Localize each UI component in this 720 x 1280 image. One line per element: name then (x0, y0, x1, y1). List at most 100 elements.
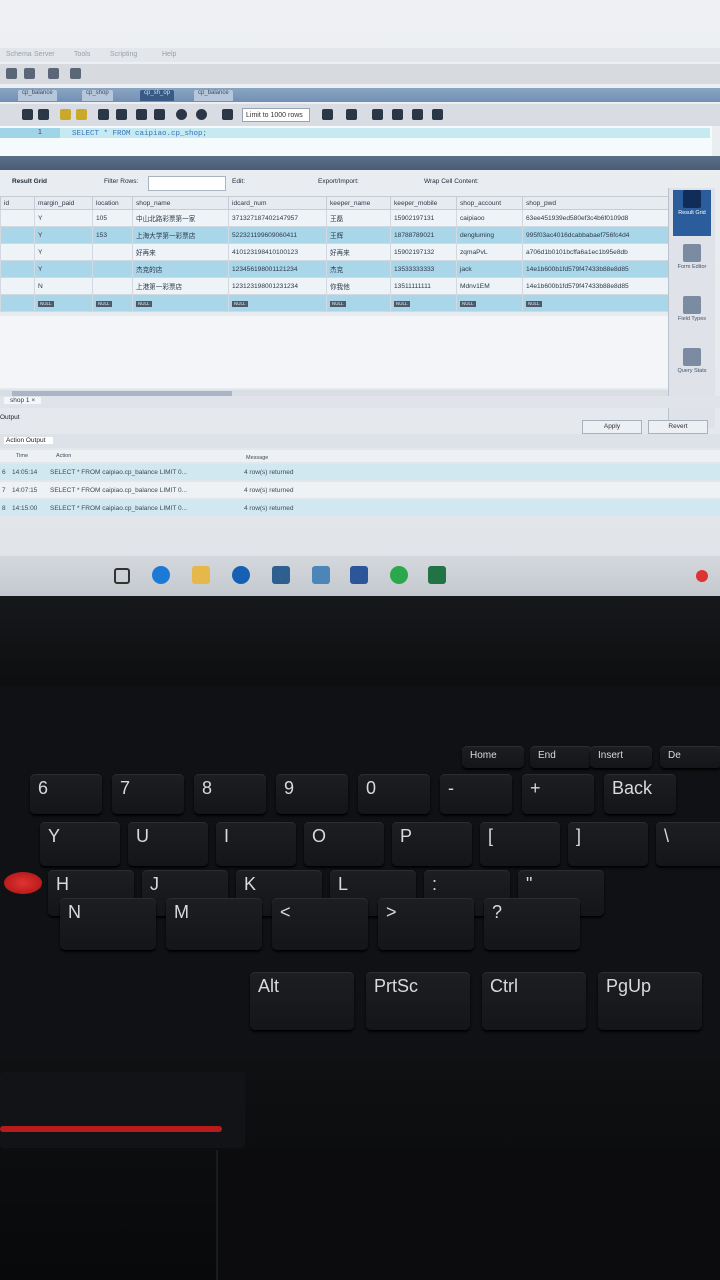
menu-item[interactable]: Tools (74, 51, 90, 58)
tab-cp-sh-op[interactable]: cp_sh_op (140, 90, 175, 101)
table-cell[interactable]: N (34, 277, 93, 295)
key[interactable]: ? (484, 898, 580, 950)
word-icon[interactable] (350, 566, 368, 584)
file-explorer-icon[interactable] (192, 566, 210, 584)
key[interactable]: Home (462, 746, 524, 768)
new-tab-icon[interactable] (6, 68, 17, 79)
table-row[interactable]: Y 153 上海大学第一彩票店 522321199609060411 王辉 1878878… (0, 226, 669, 244)
table-cell[interactable]: 杰克 (326, 260, 391, 278)
table-cell[interactable]: 995f03ac4016dcabbabaef756fc4d4 (522, 226, 669, 244)
table-row[interactable]: NULL NULL NULL NULL NULL NULL NULL NULL (0, 294, 669, 312)
table-cell[interactable]: 王磊 (326, 209, 391, 227)
key[interactable]: 8 (194, 774, 266, 814)
column-header[interactable]: keeper_mobile (390, 196, 457, 210)
apply-button[interactable]: Apply (582, 420, 642, 434)
trackpoint[interactable] (4, 872, 42, 894)
tray-icon[interactable] (696, 570, 708, 582)
browser-icon[interactable] (232, 566, 250, 584)
key[interactable]: I (216, 822, 296, 866)
key[interactable]: + (522, 774, 594, 814)
key[interactable]: > (378, 898, 474, 950)
key[interactable]: < (272, 898, 368, 950)
query-stats-button[interactable]: Query Stats (673, 348, 711, 392)
table-cell[interactable]: 你我他 (326, 277, 391, 295)
toggle-icon[interactable] (136, 109, 147, 120)
table-cell[interactable]: 123456198001121234 (228, 260, 327, 278)
column-header[interactable]: keeper_name (326, 196, 391, 210)
notes-icon[interactable] (312, 566, 330, 584)
column-header[interactable]: idcard_num (228, 196, 327, 210)
table-cell[interactable] (0, 209, 35, 227)
revert-button[interactable]: Revert (648, 420, 708, 434)
excel-icon[interactable] (428, 566, 446, 584)
table-cell[interactable]: NULL (228, 294, 327, 312)
table-cell[interactable]: 522321199609060411 (228, 226, 327, 244)
table-cell[interactable]: jack (456, 260, 523, 278)
table-cell[interactable]: 153 (92, 226, 133, 244)
explain-icon[interactable] (98, 109, 109, 120)
key[interactable]: PrtSc (366, 972, 470, 1030)
table-cell[interactable]: a706d1b0101bcffa6a1ec1b95e8db (522, 243, 669, 261)
ide-icon[interactable] (272, 566, 290, 584)
table-cell[interactable] (92, 277, 133, 295)
table-cell[interactable] (0, 294, 35, 312)
result-tab[interactable]: shop 1 × (4, 397, 42, 404)
menu-item[interactable]: Schema (6, 51, 32, 58)
menu-item[interactable]: Help (162, 51, 176, 58)
table-row[interactable]: Y 杰克的店 123456198001121234 杰克 13533333333 jack… (0, 260, 669, 278)
table-cell[interactable]: 上港第一彩票店 (132, 277, 229, 295)
key[interactable]: N (60, 898, 156, 950)
column-header[interactable]: shop_pwd (522, 196, 669, 210)
table-cell[interactable]: 14e1b600b1fd579f47433b88e8d85 (522, 277, 669, 295)
sql-text[interactable]: SELECT * FROM caipiao.cp_shop; (72, 130, 207, 138)
table-cell[interactable]: 63ee451939ed580ef3c4b6f0109d8 (522, 209, 669, 227)
table-cell[interactable]: 18788789021 (390, 226, 457, 244)
table-cell[interactable]: 杰克的店 (132, 260, 229, 278)
form-editor-button[interactable]: Form Editor (673, 244, 711, 288)
key[interactable]: De (660, 746, 720, 768)
table-cell[interactable]: Y (34, 209, 93, 227)
table-cell[interactable]: 371327187402147957 (228, 209, 327, 227)
result-grid-label[interactable]: Result Grid (12, 178, 47, 185)
result-grid-view-button[interactable]: Result Grid (673, 190, 711, 236)
stop-icon[interactable] (116, 109, 127, 120)
key[interactable]: U (128, 822, 208, 866)
table-cell[interactable]: dengluming (456, 226, 523, 244)
find-icon[interactable] (372, 109, 383, 120)
table-cell[interactable]: 上海大学第一彩票店 (132, 226, 229, 244)
table-cell[interactable]: Y (34, 260, 93, 278)
schema-icon[interactable] (48, 68, 59, 79)
column-header[interactable]: location (92, 196, 133, 210)
menu-item[interactable]: Scripting (110, 51, 137, 58)
invisible-chars-icon[interactable] (412, 109, 423, 120)
key[interactable]: 6 (30, 774, 102, 814)
table-cell[interactable]: NULL (456, 294, 523, 312)
table-cell[interactable]: Y (34, 226, 93, 244)
table-icon[interactable] (70, 68, 81, 79)
column-header[interactable]: id (0, 196, 35, 210)
table-cell[interactable] (92, 243, 133, 261)
key[interactable]: 0 (358, 774, 430, 814)
table-cell[interactable] (0, 260, 35, 278)
output-row[interactable]: 6 14:05:14 SELECT * FROM caipiao.cp_balanc… (0, 464, 720, 480)
key[interactable]: Alt (250, 972, 354, 1030)
filter-rows-input[interactable] (148, 176, 226, 191)
table-cell[interactable]: NULL (522, 294, 669, 312)
commit-icon[interactable] (154, 109, 165, 120)
editor-scrollbar[interactable] (0, 156, 720, 170)
key[interactable]: P (392, 822, 472, 866)
rollback-icon[interactable] (176, 109, 187, 120)
key[interactable]: Ctrl (482, 972, 586, 1030)
key[interactable]: Back (604, 774, 676, 814)
column-header[interactable]: shop_name (132, 196, 229, 210)
key[interactable]: 9 (276, 774, 348, 814)
sql-editor[interactable]: 1 SELECT * FROM caipiao.cp_shop; (0, 126, 712, 157)
table-cell[interactable]: NULL (326, 294, 391, 312)
open-sql-icon[interactable] (24, 68, 35, 79)
chat-icon[interactable] (390, 566, 408, 584)
trackpad-button[interactable] (0, 1072, 245, 1148)
table-cell[interactable]: 好再来 (326, 243, 391, 261)
tab-cp-balance-2[interactable]: cp_balance (194, 90, 233, 101)
table-cell[interactable]: 好再来 (132, 243, 229, 261)
open-file-icon[interactable] (22, 109, 33, 120)
